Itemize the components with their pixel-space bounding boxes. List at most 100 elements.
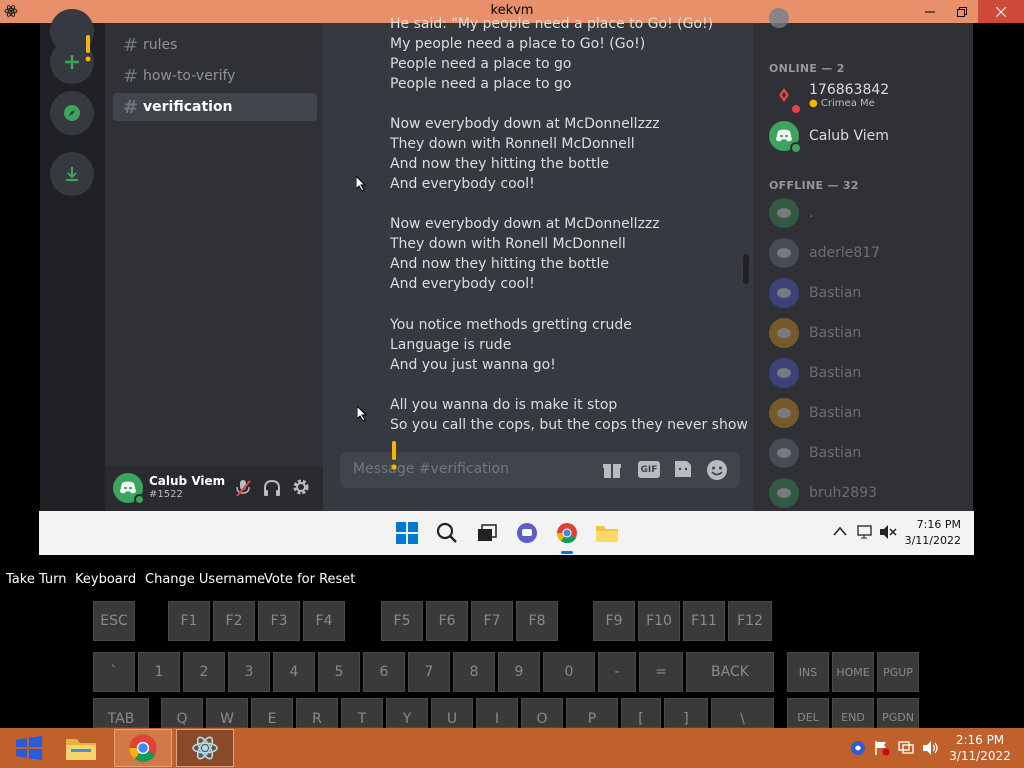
file-explorer-icon[interactable] xyxy=(595,521,619,545)
key-tab[interactable]: TAB xyxy=(93,698,149,728)
key-f12[interactable]: F12 xyxy=(728,601,772,641)
key-esc[interactable]: ESC xyxy=(93,601,135,641)
key-pagedown[interactable]: PGDN xyxy=(877,698,919,728)
key-w[interactable]: W xyxy=(206,698,248,728)
member-item[interactable]: Calub Viem xyxy=(769,119,889,154)
key-2[interactable]: 2 xyxy=(183,652,225,692)
action-center-flag-icon[interactable] xyxy=(874,740,890,756)
avatar[interactable] xyxy=(113,473,145,505)
emoji-icon[interactable] xyxy=(706,459,728,481)
key-equals[interactable]: = xyxy=(639,652,683,692)
key-right-bracket[interactable]: ] xyxy=(664,698,708,728)
network-icon[interactable] xyxy=(857,524,873,540)
key-6[interactable]: 6 xyxy=(363,652,405,692)
key-1[interactable]: 1 xyxy=(138,652,180,692)
exclamation-icon xyxy=(390,441,398,471)
mute-mic-icon[interactable] xyxy=(235,479,251,497)
volume-icon[interactable] xyxy=(922,740,940,756)
key-backtick[interactable]: ` xyxy=(93,652,135,692)
key-y[interactable]: Y xyxy=(386,698,428,728)
member-item[interactable]: . xyxy=(769,196,813,230)
file-explorer-icon[interactable] xyxy=(52,729,110,767)
key-f3[interactable]: F3 xyxy=(258,601,300,641)
network-icon[interactable] xyxy=(898,740,914,756)
chevron-up-icon[interactable] xyxy=(833,526,847,536)
chrome-taskbar-button[interactable] xyxy=(114,729,172,767)
key-f8[interactable]: F8 xyxy=(516,601,558,641)
guest-clock[interactable]: 7:16 PM 3/11/2022 xyxy=(901,517,961,549)
key-delete[interactable]: DEL xyxy=(787,698,829,728)
take-turn-button[interactable]: Take Turn xyxy=(6,572,67,587)
chrome-icon[interactable] xyxy=(555,521,579,545)
key-p[interactable]: P xyxy=(566,698,618,728)
key-f7[interactable]: F7 xyxy=(471,601,513,641)
key-backslash[interactable]: \ xyxy=(711,698,774,728)
key-left-bracket[interactable]: [ xyxy=(621,698,661,728)
key-8[interactable]: 8 xyxy=(453,652,495,692)
windows-start-icon[interactable] xyxy=(0,729,58,767)
explore-servers-button[interactable] xyxy=(50,91,94,135)
key-0[interactable]: 0 xyxy=(543,652,595,692)
key-f4[interactable]: F4 xyxy=(303,601,345,641)
download-apps-button[interactable] xyxy=(50,152,94,196)
channel-rules[interactable]: # rules xyxy=(113,31,317,59)
message-input[interactable]: Message #verification GIF xyxy=(340,452,740,488)
host-date: 3/11/2022 xyxy=(949,749,1011,763)
headphones-icon[interactable] xyxy=(263,479,281,497)
member-item[interactable]: bruh2893 xyxy=(769,476,877,510)
gift-icon[interactable] xyxy=(602,460,622,480)
minimize-button[interactable] xyxy=(914,0,946,23)
key-t[interactable]: T xyxy=(341,698,383,728)
member-item[interactable]: 176863842 ● Crimea Me xyxy=(769,80,889,115)
key-f6[interactable]: F6 xyxy=(426,601,468,641)
key-q[interactable]: Q xyxy=(161,698,203,728)
restore-button[interactable] xyxy=(946,0,978,23)
key-i[interactable]: I xyxy=(476,698,518,728)
key-5[interactable]: 5 xyxy=(318,652,360,692)
key-f9[interactable]: F9 xyxy=(593,601,635,641)
volume-muted-icon[interactable] xyxy=(879,524,897,540)
member-item[interactable]: Bastian xyxy=(769,436,861,470)
member-item[interactable]: Bastian xyxy=(769,396,861,430)
sticker-icon[interactable] xyxy=(673,459,693,479)
key-r[interactable]: R xyxy=(296,698,338,728)
keyboard-button[interactable]: Keyboard xyxy=(75,572,136,587)
key-u[interactable]: U xyxy=(431,698,473,728)
host-clock[interactable]: 2:16 PM 3/11/2022 xyxy=(942,732,1018,764)
change-username-button[interactable]: Change Username xyxy=(145,572,265,587)
key-minus[interactable]: - xyxy=(598,652,636,692)
key-3[interactable]: 3 xyxy=(228,652,270,692)
search-icon[interactable] xyxy=(435,521,459,545)
kekvm-taskbar-button[interactable] xyxy=(176,729,234,767)
channel-how-to-verify[interactable]: # how-to-verify xyxy=(113,62,317,90)
task-view-icon[interactable] xyxy=(475,521,499,545)
key-insert[interactable]: INS xyxy=(787,652,829,692)
channel-verification[interactable]: # verification xyxy=(113,93,317,121)
teams-chat-icon[interactable] xyxy=(515,521,539,545)
key-9[interactable]: 9 xyxy=(498,652,540,692)
key-home[interactable]: HOME xyxy=(832,652,874,692)
key-backspace[interactable]: BACK xyxy=(686,652,774,692)
key-f2[interactable]: F2 xyxy=(213,601,255,641)
key-pageup[interactable]: PGUP xyxy=(877,652,919,692)
member-item[interactable]: Bastian xyxy=(769,316,861,350)
member-item[interactable]: aderle817 xyxy=(769,236,880,270)
key-f11[interactable]: F11 xyxy=(683,601,725,641)
key-f5[interactable]: F5 xyxy=(381,601,423,641)
member-item[interactable]: Bastian xyxy=(769,276,861,310)
key-e[interactable]: E xyxy=(251,698,293,728)
key-4[interactable]: 4 xyxy=(273,652,315,692)
key-7[interactable]: 7 xyxy=(408,652,450,692)
gif-button[interactable]: GIF xyxy=(638,461,660,478)
key-o[interactable]: O xyxy=(521,698,563,728)
key-end[interactable]: END xyxy=(832,698,874,728)
app-tray-icon[interactable] xyxy=(850,740,866,756)
vote-reset-button[interactable]: Vote for Reset xyxy=(264,572,355,587)
member-item[interactable]: Bastian xyxy=(769,356,861,390)
close-button[interactable] xyxy=(978,0,1024,23)
chat-scrollbar[interactable] xyxy=(743,254,749,284)
settings-gear-icon[interactable] xyxy=(292,478,310,496)
key-f10[interactable]: F10 xyxy=(638,601,680,641)
windows-start-icon[interactable] xyxy=(395,521,419,545)
key-f1[interactable]: F1 xyxy=(168,601,210,641)
